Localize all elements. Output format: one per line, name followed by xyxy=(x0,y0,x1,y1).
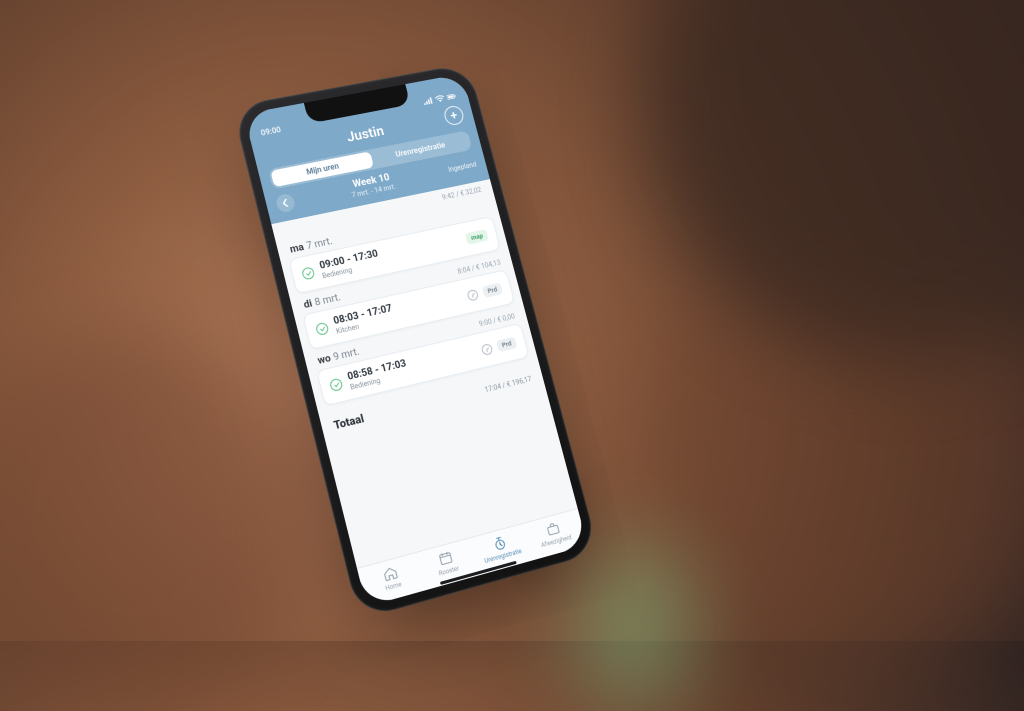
stopwatch-icon xyxy=(491,534,509,553)
signal-icon xyxy=(422,97,433,106)
shift-list[interactable]: ma7 mrt. 09:00 - 17:30 Bediening map di8… xyxy=(275,195,577,568)
total-value: 17:04 / € 196,17 xyxy=(484,375,533,394)
day-of-week: di xyxy=(303,298,314,311)
bg-blob xyxy=(0,330,320,710)
briefcase-icon xyxy=(544,520,562,538)
battery-icon xyxy=(446,92,457,101)
home-icon xyxy=(381,564,400,583)
tab-label: Home xyxy=(385,581,403,592)
phone-screen: 09:00 Justin + Mijn uren Urenregistratie xyxy=(244,74,588,607)
day-of-week: ma xyxy=(289,242,305,256)
chevron-left-icon xyxy=(281,198,291,207)
week-indicator[interactable]: Week 10 7 mrt. - 14 mrt. xyxy=(348,172,397,200)
wifi-icon xyxy=(434,94,445,103)
bg-blob xyxy=(574,541,694,711)
tab-afwezigheid[interactable]: Afwezigheid xyxy=(525,514,584,552)
check-icon xyxy=(301,266,316,280)
clock-icon xyxy=(480,343,493,356)
calendar-icon xyxy=(437,549,455,568)
check-icon xyxy=(329,378,344,393)
total-label: Totaal xyxy=(332,412,365,432)
shift-badge: Prd xyxy=(496,336,518,352)
shift-badge: map xyxy=(465,229,489,245)
shift-badge: Prd xyxy=(482,283,503,299)
prev-week-button[interactable] xyxy=(275,193,297,214)
page-title: Justin xyxy=(345,123,386,145)
check-icon xyxy=(315,322,330,336)
status-time: 09:00 xyxy=(260,125,282,137)
day-of-week: wo xyxy=(317,353,332,367)
add-button[interactable]: + xyxy=(442,105,465,127)
clock-icon xyxy=(466,288,479,301)
status-right: Ingepland xyxy=(447,161,477,174)
